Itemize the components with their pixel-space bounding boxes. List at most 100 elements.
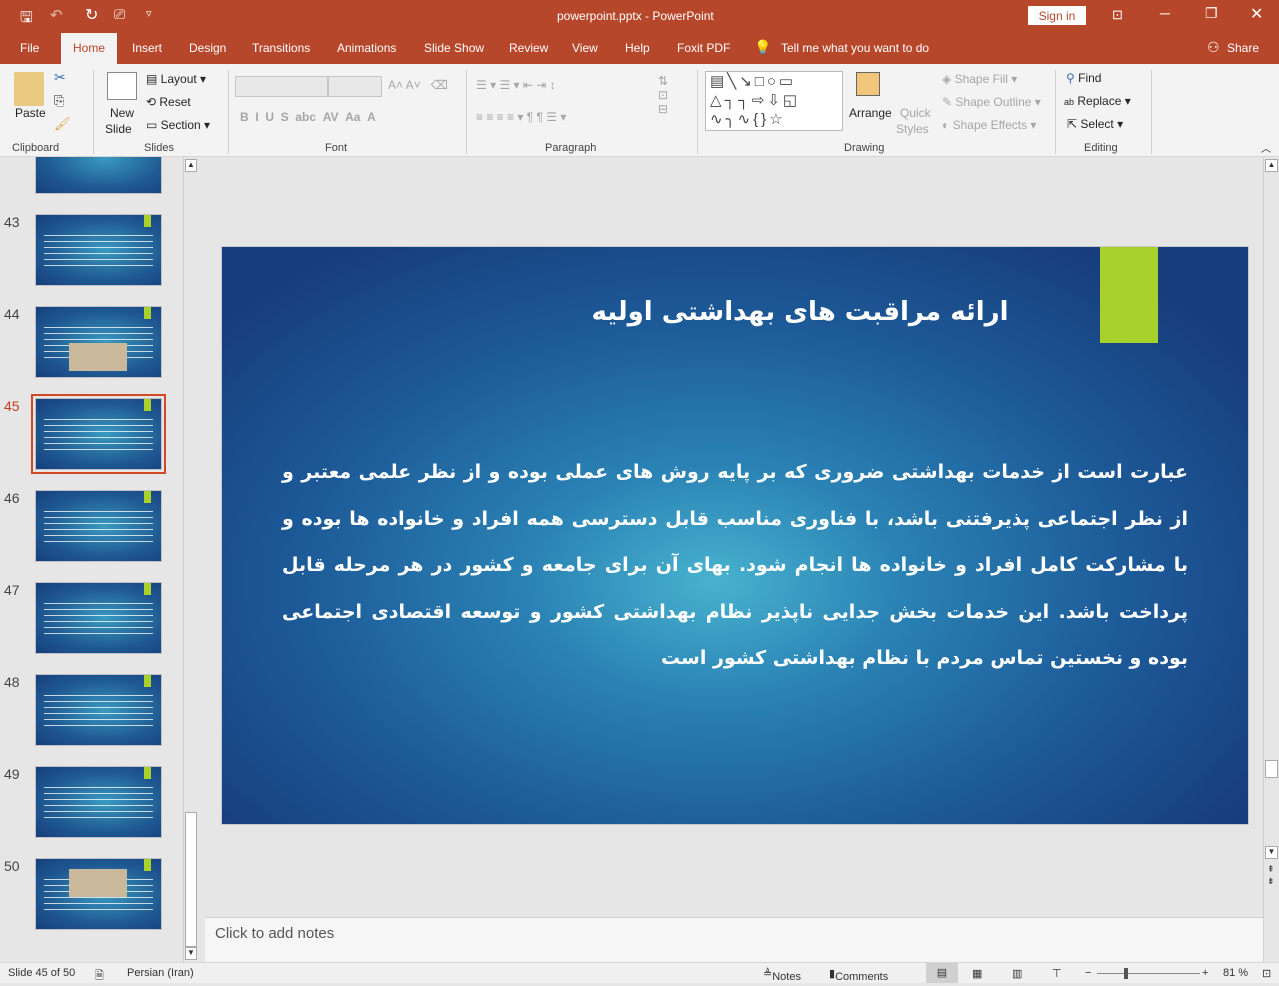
undo-icon[interactable]: ↶ (50, 6, 63, 24)
list-icons[interactable]: ☰ ▾ ☰ ▾ ⇤ ⇥ ↕ (476, 78, 556, 92)
slide-thumbnail[interactable] (35, 582, 162, 654)
cut-icon[interactable]: ✂ (54, 69, 66, 86)
scroll-up-icon[interactable]: ▲ (1265, 159, 1278, 172)
reading-view-icon[interactable]: ▥ (1012, 967, 1022, 980)
tab-file[interactable]: File (20, 41, 39, 55)
slide-body-text[interactable]: عبارت است از خدمات بهداشتی ضروری که بر پ… (282, 449, 1188, 682)
font-name-dropdown[interactable] (235, 76, 328, 97)
quick-styles-label[interactable]: Styles (896, 122, 929, 136)
thumbnail-text-line (44, 603, 153, 604)
slide-thumbnail[interactable] (31, 394, 166, 474)
tell-me-search[interactable]: Tell me what you want to do (781, 41, 929, 55)
slide-sorter-icon[interactable]: ▦ (972, 967, 982, 980)
quick-styles-button[interactable]: Quick (900, 106, 931, 120)
zoom-slider-thumb[interactable] (1123, 968, 1128, 979)
layout-button[interactable]: ▤ Layout ▾ (146, 72, 206, 86)
thumbnail-text-line (44, 799, 153, 800)
copy-icon[interactable]: ⎘ (54, 93, 64, 109)
tab-transitions[interactable]: Transitions (252, 41, 310, 55)
select-button[interactable]: ⇱ Select ▾ (1067, 117, 1123, 131)
tab-help[interactable]: Help (625, 41, 650, 55)
save-icon[interactable]: 🖫 (20, 7, 33, 32)
start-slideshow-icon[interactable]: ⎚ (114, 6, 125, 23)
thumbnail-text-line (44, 793, 153, 794)
arrange-icon[interactable] (856, 72, 880, 96)
thumbnail-text-line (44, 621, 153, 622)
tab-home[interactable]: Home (61, 33, 118, 64)
scroll-thumb[interactable] (1265, 760, 1278, 778)
slide-thumbnail[interactable] (35, 674, 162, 746)
window-title: powerpoint.pptx - PowerPoint (557, 9, 714, 23)
tab-insert[interactable]: Insert (132, 41, 162, 55)
ribbon-display-icon[interactable]: ⊡ (1112, 7, 1123, 23)
spell-check-icon[interactable]: 🗎 (95, 967, 104, 986)
ribbon: Paste ✂ ⎘ 🖌 Clipboard New Slide ▤ Layout… (0, 64, 1279, 157)
paste-icon[interactable] (14, 72, 44, 106)
new-slide-icon[interactable] (107, 72, 137, 100)
scroll-down-icon[interactable]: ▼ (185, 947, 197, 960)
normal-view-icon[interactable]: ▤ (926, 963, 958, 983)
notes-pane[interactable]: Click to add notes (205, 917, 1263, 962)
redo-icon[interactable]: ↻ (85, 5, 98, 25)
language-indicator[interactable]: Persian (Iran) (127, 967, 194, 979)
shape-effects-button[interactable]: ◐ Shape Effects ▾ (942, 118, 1036, 132)
thumbnails-scrollbar[interactable]: ▲ ▼ (183, 157, 198, 962)
notes-button[interactable]: ≜ Notes (763, 967, 801, 983)
shape-outline-button[interactable]: ✎ Shape Outline ▾ (942, 95, 1041, 109)
thumbnail-accent (144, 215, 151, 227)
tab-animations[interactable]: Animations (337, 41, 396, 55)
text-direction-icons[interactable]: ⇅ ⊡ ⊟ (658, 74, 668, 116)
tab-view[interactable]: View (572, 41, 598, 55)
slide-scrollbar[interactable]: ▲ ▼ ⇞ ⇟ (1263, 157, 1279, 962)
share-button[interactable]: Share (1227, 41, 1259, 55)
align-icons[interactable]: ≡ ≡ ≡ ≡ ▾ ¶ ¶ ☰ ▾ (476, 110, 566, 124)
slide-thumbnail[interactable] (35, 214, 162, 286)
reset-button[interactable]: ⟲ Reset (146, 95, 191, 109)
comments-button[interactable]: ▮ Comments (829, 967, 888, 983)
scroll-up-icon[interactable]: ▲ (185, 159, 197, 172)
slide-thumbnail[interactable] (35, 306, 162, 378)
zoom-in-button[interactable]: + (1202, 967, 1208, 979)
prev-next-slide-icons[interactable]: ⇞ ⇟ (1267, 863, 1275, 887)
shape-fill-button[interactable]: ◈ Shape Fill ▾ (942, 72, 1017, 86)
thumbnail-text-line (44, 241, 153, 242)
tab-design[interactable]: Design (189, 41, 226, 55)
shapes-gallery[interactable]: ▤╲↘□○▭ △┐┐⇨⇩◱ ∿╮∿{}☆ (705, 71, 843, 131)
find-button[interactable]: ⚲ Find (1066, 71, 1101, 85)
fit-to-window-icon[interactable]: ⊡ (1262, 967, 1271, 980)
zoom-level[interactable]: 81 % (1223, 967, 1248, 979)
paste-button[interactable]: Paste (15, 106, 46, 120)
font-format-icons[interactable]: B I U S abc AV Aa A (240, 110, 376, 124)
slide-thumbnail[interactable] (35, 490, 162, 562)
font-size-icons[interactable]: A˄ A˅ ⌫ (388, 78, 448, 92)
font-size-dropdown[interactable] (328, 76, 382, 97)
slide-number: 50 (4, 858, 20, 874)
slideshow-view-icon[interactable]: ⊤ (1052, 967, 1062, 980)
scroll-thumb[interactable] (185, 812, 197, 947)
thumbnail-text-line (44, 517, 153, 518)
zoom-slider[interactable] (1097, 973, 1200, 974)
zoom-out-button[interactable]: − (1085, 967, 1091, 979)
scroll-down-icon[interactable]: ▼ (1265, 846, 1278, 859)
thumbnail-accent (144, 307, 151, 319)
slide-title[interactable]: ارائه مراقبت های بهداشتی اولیه (222, 297, 1248, 327)
tab-foxit-pdf[interactable]: Foxit PDF (677, 41, 730, 55)
slide-thumbnail[interactable] (35, 766, 162, 838)
minimize-icon[interactable]: ─ (1160, 5, 1170, 21)
close-icon[interactable]: ✕ (1250, 4, 1263, 24)
collapse-ribbon-icon[interactable]: ︿ (1261, 140, 1271, 155)
slide-thumbnail[interactable] (35, 858, 162, 930)
slide-thumbnail[interactable] (35, 157, 162, 194)
section-button[interactable]: ▭ Section ▾ (146, 118, 210, 132)
current-slide[interactable]: ارائه مراقبت های بهداشتی اولیه عبارت است… (221, 246, 1249, 825)
tab-slide-show[interactable]: Slide Show (424, 41, 484, 55)
format-painter-icon[interactable]: 🖌 (54, 116, 71, 132)
tab-review[interactable]: Review (509, 41, 548, 55)
new-slide-button[interactable]: New (110, 106, 134, 120)
new-slide-label[interactable]: Slide (105, 122, 132, 136)
restore-icon[interactable]: ❐ (1205, 5, 1218, 22)
customize-toolbar-icon[interactable]: ▿ (146, 7, 152, 20)
replace-button[interactable]: ab Replace ▾ (1064, 94, 1131, 108)
arrange-button[interactable]: Arrange (849, 106, 892, 120)
sign-in-button[interactable]: Sign in (1028, 6, 1086, 25)
